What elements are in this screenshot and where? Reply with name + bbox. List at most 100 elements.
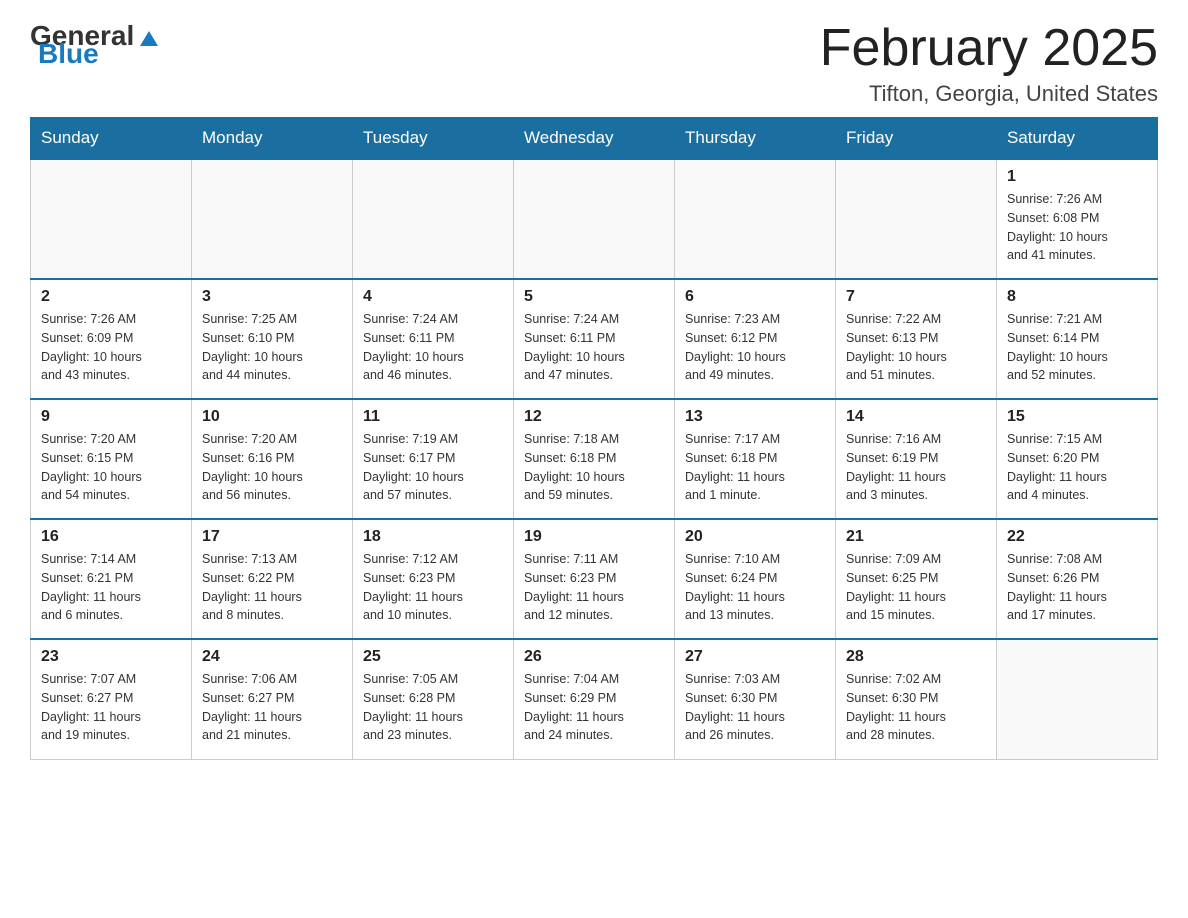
table-cell xyxy=(997,639,1158,759)
table-cell: 12 Sunrise: 7:18 AMSunset: 6:18 PMDayligh… xyxy=(514,399,675,519)
day-info: Sunrise: 7:21 AMSunset: 6:14 PMDaylight:… xyxy=(1007,310,1147,385)
table-cell: 15 Sunrise: 7:15 AMSunset: 6:20 PMDayligh… xyxy=(997,399,1158,519)
header-monday: Monday xyxy=(192,118,353,160)
day-number: 21 xyxy=(846,528,986,546)
day-info: Sunrise: 7:12 AMSunset: 6:23 PMDaylight:… xyxy=(363,550,503,625)
day-number: 4 xyxy=(363,288,503,306)
day-info: Sunrise: 7:04 AMSunset: 6:29 PMDaylight:… xyxy=(524,670,664,745)
header-friday: Friday xyxy=(836,118,997,160)
day-info: Sunrise: 7:15 AMSunset: 6:20 PMDaylight:… xyxy=(1007,430,1147,505)
day-info: Sunrise: 7:03 AMSunset: 6:30 PMDaylight:… xyxy=(685,670,825,745)
table-cell: 10 Sunrise: 7:20 AMSunset: 6:16 PMDayligh… xyxy=(192,399,353,519)
day-number: 25 xyxy=(363,648,503,666)
day-info: Sunrise: 7:23 AMSunset: 6:12 PMDaylight:… xyxy=(685,310,825,385)
table-cell xyxy=(353,159,514,279)
calendar-subtitle: Tifton, Georgia, United States xyxy=(820,81,1158,107)
day-info: Sunrise: 7:26 AMSunset: 6:08 PMDaylight:… xyxy=(1007,190,1147,265)
day-info: Sunrise: 7:20 AMSunset: 6:16 PMDaylight:… xyxy=(202,430,342,505)
weekday-header-row: Sunday Monday Tuesday Wednesday Thursday… xyxy=(31,118,1158,160)
table-cell: 6 Sunrise: 7:23 AMSunset: 6:12 PMDaylight… xyxy=(675,279,836,399)
table-cell xyxy=(514,159,675,279)
day-info: Sunrise: 7:24 AMSunset: 6:11 PMDaylight:… xyxy=(524,310,664,385)
day-info: Sunrise: 7:19 AMSunset: 6:17 PMDaylight:… xyxy=(363,430,503,505)
day-info: Sunrise: 7:13 AMSunset: 6:22 PMDaylight:… xyxy=(202,550,342,625)
day-number: 19 xyxy=(524,528,664,546)
day-info: Sunrise: 7:18 AMSunset: 6:18 PMDaylight:… xyxy=(524,430,664,505)
table-cell: 7Sunrise: 7:22 AMSunset: 6:13 PMDaylight… xyxy=(836,279,997,399)
table-cell: 21 Sunrise: 7:09 AMSunset: 6:25 PMDayligh… xyxy=(836,519,997,639)
day-number: 24 xyxy=(202,648,342,666)
day-info: Sunrise: 7:17 AMSunset: 6:18 PMDaylight:… xyxy=(685,430,825,505)
title-block: February 2025 Tifton, Georgia, United St… xyxy=(820,20,1158,107)
page-header: General Blue February 2025 Tifton, Georg… xyxy=(30,20,1158,107)
table-cell: 8 Sunrise: 7:21 AMSunset: 6:14 PMDaylight… xyxy=(997,279,1158,399)
day-info: Sunrise: 7:24 AMSunset: 6:11 PMDaylight:… xyxy=(363,310,503,385)
table-cell: 11 Sunrise: 7:19 AMSunset: 6:17 PMDayligh… xyxy=(353,399,514,519)
header-wednesday: Wednesday xyxy=(514,118,675,160)
header-sunday: Sunday xyxy=(31,118,192,160)
day-number: 3 xyxy=(202,288,342,306)
day-info: Sunrise: 7:05 AMSunset: 6:28 PMDaylight:… xyxy=(363,670,503,745)
week-row-4: 16Sunrise: 7:14 AMSunset: 6:21 PMDayligh… xyxy=(31,519,1158,639)
logo: General Blue xyxy=(30,20,158,70)
day-number: 17 xyxy=(202,528,342,546)
logo-triangle-icon xyxy=(140,31,158,46)
day-info: Sunrise: 7:02 AMSunset: 6:30 PMDaylight:… xyxy=(846,670,986,745)
logo-blue: Blue xyxy=(38,38,99,70)
table-cell: 27 Sunrise: 7:03 AMSunset: 6:30 PMDayligh… xyxy=(675,639,836,759)
day-number: 16 xyxy=(41,528,181,546)
table-cell: 18 Sunrise: 7:12 AMSunset: 6:23 PMDayligh… xyxy=(353,519,514,639)
day-number: 11 xyxy=(363,408,503,426)
week-row-3: 9 Sunrise: 7:20 AMSunset: 6:15 PMDaylight… xyxy=(31,399,1158,519)
table-cell: 26 Sunrise: 7:04 AMSunset: 6:29 PMDayligh… xyxy=(514,639,675,759)
table-cell: 5Sunrise: 7:24 AMSunset: 6:11 PMDaylight… xyxy=(514,279,675,399)
day-number: 26 xyxy=(524,648,664,666)
table-cell xyxy=(675,159,836,279)
day-number: 2 xyxy=(41,288,181,306)
week-row-5: 23Sunrise: 7:07 AMSunset: 6:27 PMDayligh… xyxy=(31,639,1158,759)
table-cell: 16Sunrise: 7:14 AMSunset: 6:21 PMDayligh… xyxy=(31,519,192,639)
day-number: 18 xyxy=(363,528,503,546)
table-cell xyxy=(192,159,353,279)
table-cell: 28 Sunrise: 7:02 AMSunset: 6:30 PMDayligh… xyxy=(836,639,997,759)
day-info: Sunrise: 7:08 AMSunset: 6:26 PMDaylight:… xyxy=(1007,550,1147,625)
table-cell: 23Sunrise: 7:07 AMSunset: 6:27 PMDayligh… xyxy=(31,639,192,759)
day-info: Sunrise: 7:10 AMSunset: 6:24 PMDaylight:… xyxy=(685,550,825,625)
table-cell: 3 Sunrise: 7:25 AMSunset: 6:10 PMDaylight… xyxy=(192,279,353,399)
week-row-1: 1Sunrise: 7:26 AMSunset: 6:08 PMDaylight… xyxy=(31,159,1158,279)
day-info: Sunrise: 7:09 AMSunset: 6:25 PMDaylight:… xyxy=(846,550,986,625)
day-number: 13 xyxy=(685,408,825,426)
table-cell: 17 Sunrise: 7:13 AMSunset: 6:22 PMDayligh… xyxy=(192,519,353,639)
day-number: 15 xyxy=(1007,408,1147,426)
day-number: 6 xyxy=(685,288,825,306)
day-number: 28 xyxy=(846,648,986,666)
table-cell: 22Sunrise: 7:08 AMSunset: 6:26 PMDayligh… xyxy=(997,519,1158,639)
header-tuesday: Tuesday xyxy=(353,118,514,160)
table-cell: 2 Sunrise: 7:26 AMSunset: 6:09 PMDaylight… xyxy=(31,279,192,399)
table-cell: 4 Sunrise: 7:24 AMSunset: 6:11 PMDaylight… xyxy=(353,279,514,399)
day-number: 20 xyxy=(685,528,825,546)
day-number: 7 xyxy=(846,288,986,306)
table-cell: 20 Sunrise: 7:10 AMSunset: 6:24 PMDayligh… xyxy=(675,519,836,639)
table-cell: 25 Sunrise: 7:05 AMSunset: 6:28 PMDayligh… xyxy=(353,639,514,759)
table-cell: 13 Sunrise: 7:17 AMSunset: 6:18 PMDayligh… xyxy=(675,399,836,519)
day-info: Sunrise: 7:11 AMSunset: 6:23 PMDaylight:… xyxy=(524,550,664,625)
table-cell: 14 Sunrise: 7:16 AMSunset: 6:19 PMDayligh… xyxy=(836,399,997,519)
day-info: Sunrise: 7:26 AMSunset: 6:09 PMDaylight:… xyxy=(41,310,181,385)
calendar-title: February 2025 xyxy=(820,20,1158,77)
table-cell: 19 Sunrise: 7:11 AMSunset: 6:23 PMDayligh… xyxy=(514,519,675,639)
day-info: Sunrise: 7:16 AMSunset: 6:19 PMDaylight:… xyxy=(846,430,986,505)
day-number: 10 xyxy=(202,408,342,426)
table-cell: 1Sunrise: 7:26 AMSunset: 6:08 PMDaylight… xyxy=(997,159,1158,279)
day-number: 27 xyxy=(685,648,825,666)
day-number: 9 xyxy=(41,408,181,426)
day-info: Sunrise: 7:20 AMSunset: 6:15 PMDaylight:… xyxy=(41,430,181,505)
day-info: Sunrise: 7:07 AMSunset: 6:27 PMDaylight:… xyxy=(41,670,181,745)
table-cell: 9 Sunrise: 7:20 AMSunset: 6:15 PMDaylight… xyxy=(31,399,192,519)
day-number: 8 xyxy=(1007,288,1147,306)
week-row-2: 2 Sunrise: 7:26 AMSunset: 6:09 PMDaylight… xyxy=(31,279,1158,399)
day-number: 12 xyxy=(524,408,664,426)
header-saturday: Saturday xyxy=(997,118,1158,160)
day-number: 14 xyxy=(846,408,986,426)
day-info: Sunrise: 7:25 AMSunset: 6:10 PMDaylight:… xyxy=(202,310,342,385)
